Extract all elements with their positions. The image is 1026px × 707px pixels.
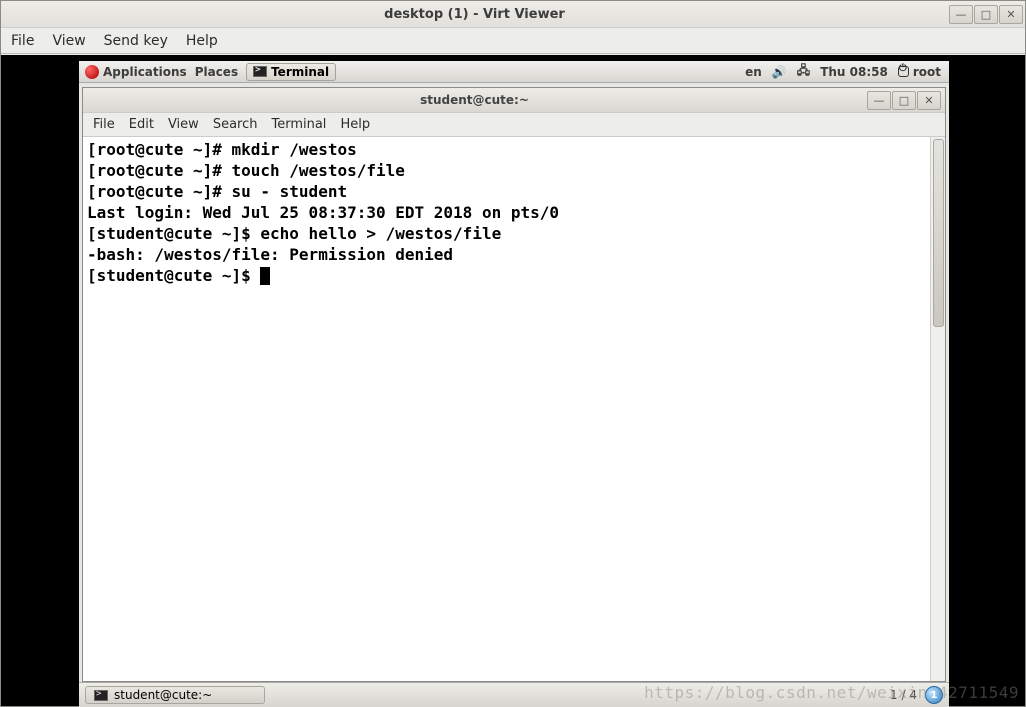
terminal-scrollbar[interactable]	[930, 137, 945, 681]
volume-icon[interactable]	[772, 65, 787, 79]
pager-text: 1 / 4	[890, 688, 917, 702]
outer-titlebar: desktop (1) - Virt Viewer — □ ✕	[1, 1, 1025, 28]
outer-menu-file[interactable]: File	[11, 33, 34, 49]
terminal-menu-terminal[interactable]: Terminal	[271, 117, 326, 132]
gnome-desktop: Applications Places Terminal en Thu 08:5…	[79, 61, 949, 707]
terminal-menu-help[interactable]: Help	[340, 117, 370, 132]
terminal-output[interactable]: [root@cute ~]# mkdir /westos [root@cute …	[83, 137, 930, 681]
taskbar-item-terminal[interactable]: student@cute:~	[85, 686, 265, 704]
outer-menu-help[interactable]: Help	[186, 33, 218, 49]
applications-label: Applications	[103, 65, 187, 79]
terminal-maximize-button[interactable]: □	[892, 91, 916, 110]
taskbar-item-label: student@cute:~	[114, 688, 212, 702]
terminal-minimize-button[interactable]: —	[867, 91, 891, 110]
terminal-scrollbar-thumb[interactable]	[933, 139, 944, 327]
outer-menu-sendkey[interactable]: Send key	[104, 33, 168, 49]
places-menu[interactable]: Places	[195, 65, 238, 79]
terminal-menu-view[interactable]: View	[168, 117, 199, 132]
terminal-body[interactable]: [root@cute ~]# mkdir /westos [root@cute …	[83, 137, 945, 681]
redhat-icon	[85, 65, 99, 79]
terminal-titlebar[interactable]: student@cute:~ — □ ✕	[83, 88, 945, 113]
outer-window-controls: — □ ✕	[948, 5, 1025, 24]
outer-window-title: desktop (1) - Virt Viewer	[1, 7, 948, 22]
terminal-menu-search[interactable]: Search	[213, 117, 258, 132]
clock[interactable]: Thu 08:58	[820, 65, 888, 79]
terminal-title: student@cute:~	[83, 93, 866, 107]
power-icon	[898, 66, 909, 77]
virt-viewer-window: desktop (1) - Virt Viewer — □ ✕ File Vie…	[0, 0, 1026, 707]
outer-minimize-button[interactable]: —	[949, 5, 973, 24]
outer-maximize-button[interactable]: □	[974, 5, 998, 24]
terminal-launcher-label: Terminal	[271, 65, 329, 79]
user-label: root	[913, 65, 941, 79]
gnome-top-panel: Applications Places Terminal en Thu 08:5…	[79, 61, 949, 83]
terminal-menu-edit[interactable]: Edit	[129, 117, 154, 132]
terminal-menubar: File Edit View Search Terminal Help	[83, 113, 945, 137]
user-menu[interactable]: root	[898, 65, 941, 79]
terminal-cursor	[260, 267, 270, 285]
terminal-launcher[interactable]: Terminal	[246, 63, 336, 81]
terminal-close-button[interactable]: ✕	[917, 91, 941, 110]
terminal-icon	[253, 66, 267, 77]
terminal-icon	[94, 690, 108, 701]
outer-close-button[interactable]: ✕	[999, 5, 1023, 24]
keyboard-layout-indicator[interactable]: en	[745, 65, 762, 79]
terminal-menu-file[interactable]: File	[93, 117, 115, 132]
gnome-bottom-panel: student@cute:~ 1 / 4 1	[79, 682, 949, 707]
pager-badge[interactable]: 1	[925, 686, 943, 704]
network-icon[interactable]	[797, 61, 810, 82]
guest-framebuffer: Applications Places Terminal en Thu 08:5…	[1, 55, 1025, 706]
terminal-window: student@cute:~ — □ ✕ File Edit View Sear…	[82, 87, 946, 682]
outer-menu-view[interactable]: View	[52, 33, 85, 49]
outer-menubar: File View Send key Help	[1, 28, 1025, 54]
applications-menu[interactable]: Applications	[85, 65, 187, 79]
workspace-pager[interactable]: 1 / 4 1	[890, 686, 943, 704]
